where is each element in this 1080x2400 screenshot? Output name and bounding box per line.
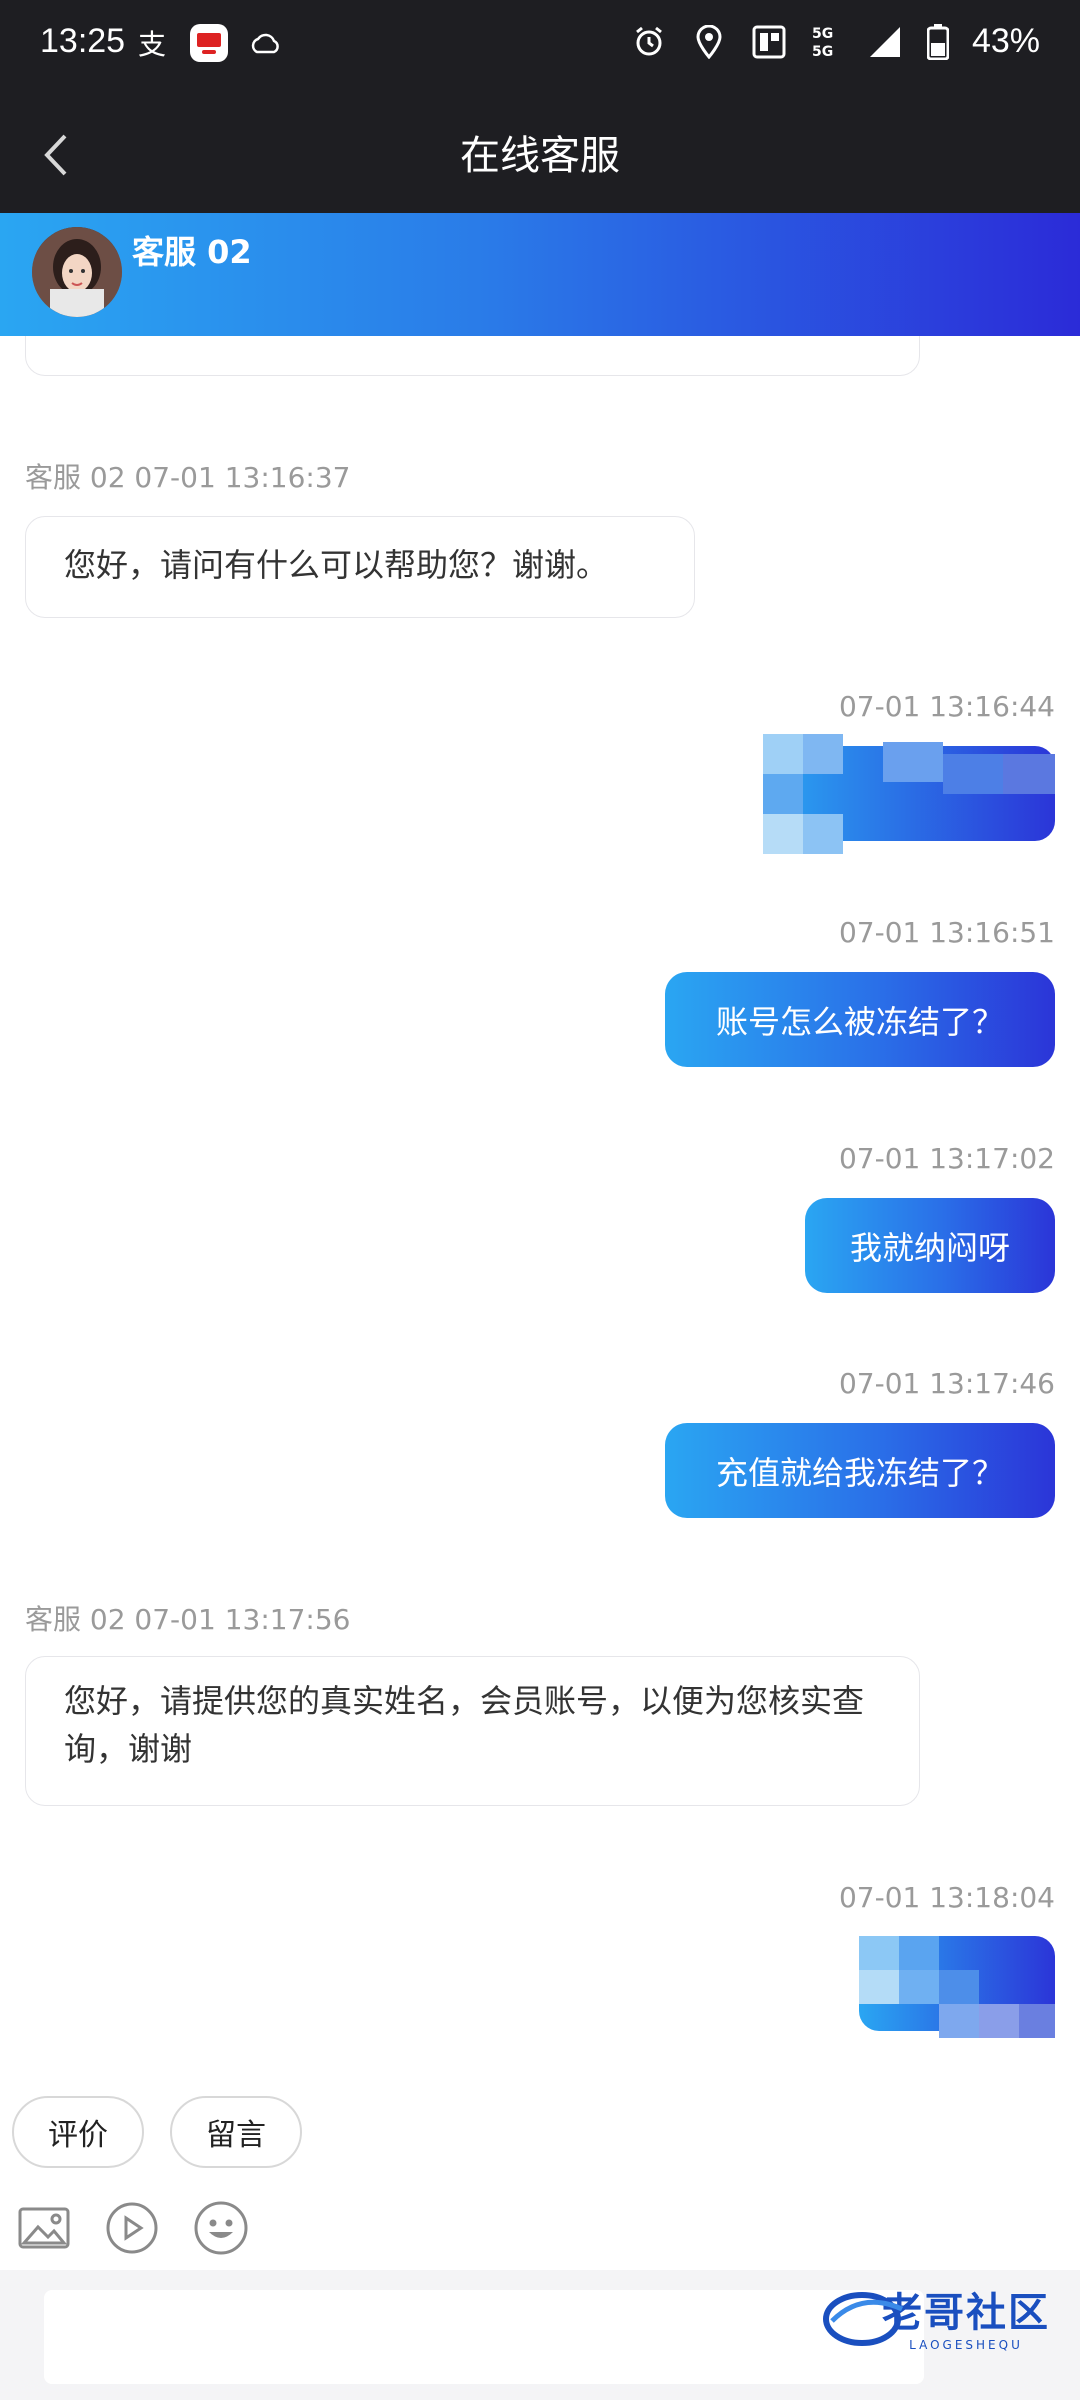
watermark: 老哥社区 LAOGESHEQU <box>822 2280 1050 2352</box>
message-meta: 07-01 13:17:02 <box>838 1142 1055 1175</box>
cloud-icon <box>246 24 284 62</box>
message-meta: 07-01 13:16:44 <box>838 690 1055 723</box>
nav-bar: 在线客服 <box>0 95 1080 213</box>
leave-message-button[interactable]: 留言 <box>170 2096 302 2168</box>
status-right-icons: 5G 5G 43% <box>630 22 1040 61</box>
input-area: 老哥社区 LAOGESHEQU <box>0 2270 1080 2400</box>
battery-icon <box>926 23 950 61</box>
message-meta: 客服 02 07-01 13:16:37 <box>25 461 351 494</box>
message-meta: 07-01 13:18:04 <box>838 1881 1055 1914</box>
watermark-text-group: 老哥社区 LAOGESHEQU <box>882 2280 1050 2352</box>
message-meta: 07-01 13:16:51 <box>838 916 1055 949</box>
location-icon <box>690 23 728 61</box>
status-time: 13:25 <box>40 22 126 60</box>
avatar <box>32 227 122 317</box>
message-text: 我就纳闷呀 <box>849 1228 1010 1267</box>
nfc-icon <box>750 23 788 61</box>
message-meta: 客服 02 07-01 13:17:56 <box>25 1603 351 1636</box>
message-bubble-user: 账号怎么被冻结了？ <box>665 972 1055 1067</box>
alipay-icon: 支 <box>134 24 172 62</box>
chat-area[interactable]: 客服 02 07-01 13:16:37 您好，请问有什么可以帮助您？谢谢。 0… <box>0 216 1080 2038</box>
alarm-icon <box>630 23 668 61</box>
message-bubble-user: 我就纳闷呀 <box>805 1198 1055 1293</box>
rate-button[interactable]: 评价 <box>12 2096 144 2168</box>
svg-text:5G: 5G <box>812 26 833 42</box>
svg-text:5G: 5G <box>812 44 833 60</box>
message-text: 账号怎么被冻结了？ <box>715 1002 1004 1041</box>
message-meta: 07-01 13:17:46 <box>838 1367 1055 1400</box>
app-badge-icon <box>190 24 228 62</box>
message-bubble-agent: 您好，请问有什么可以帮助您？谢谢。 <box>25 516 695 618</box>
redacted-message-bubble <box>859 1936 1055 2040</box>
message-text: 您好，请问有什么可以帮助您？谢谢。 <box>64 546 609 584</box>
status-bar: 13:25 支 5G 5G 43% <box>0 0 1080 95</box>
message-input[interactable] <box>44 2290 924 2384</box>
leave-message-button-label: 留言 <box>206 2118 266 2153</box>
message-text: 充值就给我冻结了？ <box>715 1453 1004 1492</box>
video-icon[interactable] <box>104 2200 160 2256</box>
battery-percent: 43% <box>971 22 1040 60</box>
message-text: 您好，请提供您的真实姓名，会员账号，以便为您核实查询，谢谢 <box>64 1682 865 1768</box>
svg-text:支: 支 <box>138 28 166 60</box>
watermark-subtext: LAOGESHEQU <box>909 2338 1023 2352</box>
agent-header: 客服 02 <box>0 213 1080 336</box>
message-bubble-agent: 您好，请提供您的真实姓名，会员账号，以便为您核实查询，谢谢 <box>25 1656 920 1806</box>
emoji-icon[interactable] <box>193 2200 249 2256</box>
network-5g-icon: 5G 5G <box>810 23 844 61</box>
agent-name: 客服 02 <box>132 233 252 271</box>
rate-button-label: 评价 <box>48 2118 108 2153</box>
image-icon[interactable] <box>16 2200 72 2256</box>
message-bubble-user: 充值就给我冻结了？ <box>665 1423 1055 1518</box>
signal-icon <box>866 23 904 61</box>
redacted-message-bubble <box>763 734 1055 858</box>
watermark-logo-icon <box>822 2281 912 2351</box>
page-title: 在线客服 <box>460 133 620 179</box>
status-left-icons: 支 <box>134 24 284 62</box>
